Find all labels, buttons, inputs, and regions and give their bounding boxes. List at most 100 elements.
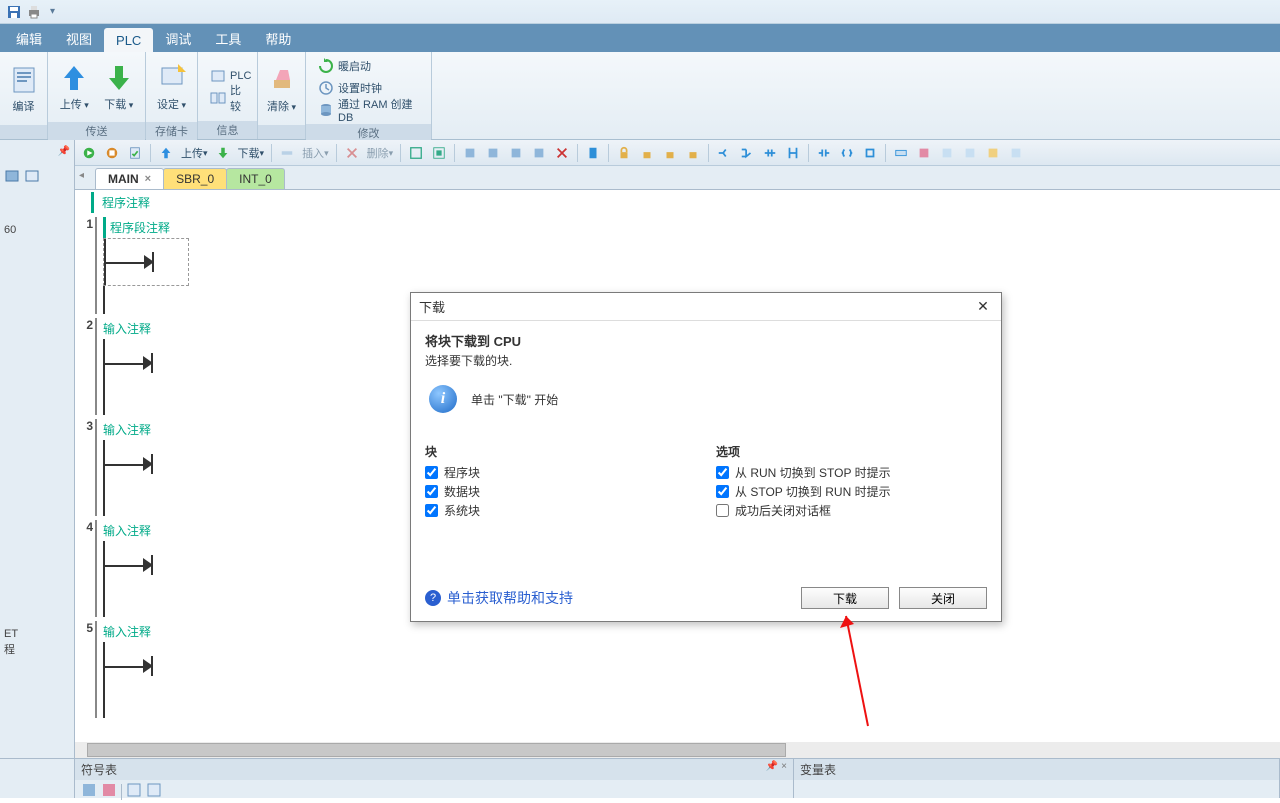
ladder-rung[interactable]	[103, 541, 189, 589]
tool-icon-7[interactable]	[552, 143, 572, 163]
set-clock-button[interactable]: 设置时钟	[316, 78, 421, 98]
lock-icon-1[interactable]	[614, 143, 634, 163]
stop-icon[interactable]	[102, 143, 122, 163]
block-checkbox-input-1[interactable]	[425, 485, 438, 498]
lock-icon-4[interactable]	[683, 143, 703, 163]
network-comment[interactable]: 输入注释	[103, 621, 1274, 642]
network-row[interactable]: 5输入注释	[75, 621, 1280, 718]
download-button[interactable]: 下载	[99, 54, 140, 120]
branch-icon-1[interactable]	[714, 143, 734, 163]
bookmark-icon[interactable]	[583, 143, 603, 163]
panel-close-icon[interactable]: ×	[781, 761, 787, 772]
sidebar-icon-1[interactable]	[4, 168, 20, 187]
run-icon[interactable]	[79, 143, 99, 163]
ladder-rung[interactable]	[103, 440, 189, 488]
menu-tools[interactable]: 工具	[203, 24, 253, 52]
tool-icon-2[interactable]	[429, 143, 449, 163]
panel-pin-icon[interactable]: 📌	[766, 761, 778, 772]
tool-icon-5[interactable]	[506, 143, 526, 163]
ladder-rung[interactable]	[103, 642, 189, 690]
menu-debug[interactable]: 调试	[153, 24, 203, 52]
tool-icon-3[interactable]	[460, 143, 480, 163]
tab-sbr[interactable]: SBR_0	[163, 168, 227, 189]
contact-icon[interactable]	[814, 143, 834, 163]
option-checkbox-input-0[interactable]	[716, 466, 729, 479]
coil-icon[interactable]	[837, 143, 857, 163]
clear-button[interactable]: 清除	[264, 56, 299, 122]
st-icon-4[interactable]	[146, 782, 162, 801]
option-checkbox-input-1[interactable]	[716, 485, 729, 498]
block-checkbox-1[interactable]: 数据块	[425, 483, 696, 500]
warm-start-button[interactable]: 暖启动	[316, 56, 421, 76]
download-text-button[interactable]: 下载	[236, 145, 267, 161]
st-icon-1[interactable]	[81, 782, 97, 801]
menu-help[interactable]: 帮助	[253, 24, 303, 52]
misc-icon-2[interactable]	[914, 143, 934, 163]
upload-text-button[interactable]: 上传	[179, 145, 210, 161]
horizontal-scrollbar[interactable]	[75, 742, 1280, 758]
option-checkbox-0[interactable]: 从 RUN 切换到 STOP 时提示	[716, 464, 987, 481]
save-icon[interactable]	[6, 4, 22, 20]
download-small-icon[interactable]	[213, 143, 233, 163]
block-checkbox-label-1: 数据块	[444, 483, 480, 500]
tab-main[interactable]: MAIN×	[95, 168, 164, 189]
settings-button[interactable]: 设定	[152, 54, 191, 120]
upload-button[interactable]: 上传	[54, 54, 95, 120]
lock-icon-2[interactable]	[637, 143, 657, 163]
misc-icon-6[interactable]	[1006, 143, 1026, 163]
compare-button[interactable]: 比较	[208, 88, 253, 108]
delete-text-button[interactable]: 删除	[365, 145, 396, 161]
menu-view[interactable]: 视图	[54, 24, 104, 52]
branch-icon-2[interactable]	[737, 143, 757, 163]
qat-overflow-icon[interactable]: ▾	[50, 6, 55, 17]
block-checkbox-2[interactable]: 系统块	[425, 502, 696, 519]
misc-icon-4[interactable]	[960, 143, 980, 163]
branch-icon-3[interactable]	[760, 143, 780, 163]
network-comment[interactable]: 程序段注释	[103, 217, 1274, 238]
block-checkbox-0[interactable]: 程序块	[425, 464, 696, 481]
upload-small-icon[interactable]	[156, 143, 176, 163]
ladder-rung[interactable]	[103, 339, 189, 387]
box-icon[interactable]	[860, 143, 880, 163]
insert-text-button[interactable]: 插入	[300, 145, 331, 161]
program-comment[interactable]: 程序注释	[91, 192, 1280, 213]
settings-label: 设定	[157, 96, 186, 112]
ladder-rung[interactable]	[103, 238, 189, 286]
tool-icon-6[interactable]	[529, 143, 549, 163]
menu-edit[interactable]: 编辑	[4, 24, 54, 52]
compile-button[interactable]: 编译	[6, 56, 41, 122]
tab-nav-left-icon[interactable]: ◂	[79, 170, 84, 181]
insert-icon[interactable]	[277, 143, 297, 163]
misc-icon-5[interactable]	[983, 143, 1003, 163]
st-icon-3[interactable]	[126, 782, 142, 801]
sidebar-icon-2[interactable]	[24, 168, 40, 187]
dialog-close-button[interactable]: 关闭	[899, 587, 987, 609]
close-icon[interactable]: ×	[145, 173, 151, 185]
pin-icon[interactable]: 📌	[58, 146, 70, 157]
option-checkbox-2[interactable]: 成功后关闭对话框	[716, 502, 987, 519]
option-checkbox-1[interactable]: 从 STOP 切换到 RUN 时提示	[716, 483, 987, 500]
document-tabs: MAIN× SBR_0 INT_0	[75, 166, 1280, 190]
misc-icon-1[interactable]	[891, 143, 911, 163]
tab-int[interactable]: INT_0	[226, 168, 285, 189]
branch-icon-4[interactable]	[783, 143, 803, 163]
tool-icon-4[interactable]	[483, 143, 503, 163]
misc-icon-3[interactable]	[937, 143, 957, 163]
st-icon-2[interactable]	[101, 782, 117, 801]
dialog-subheading: 选择要下载的块.	[425, 352, 987, 369]
create-db-button[interactable]: 通过 RAM 创建 DB	[316, 100, 421, 120]
dialog-close-icon[interactable]: ✕	[973, 297, 993, 317]
quick-access-toolbar: ▾	[0, 0, 1280, 24]
lock-icon-3[interactable]	[660, 143, 680, 163]
delete-icon[interactable]	[342, 143, 362, 163]
help-link[interactable]: ? 单击获取帮助和支持	[425, 588, 573, 608]
menu-plc[interactable]: PLC	[104, 28, 153, 52]
dialog-download-button[interactable]: 下载	[801, 587, 889, 609]
compile-icon[interactable]	[125, 143, 145, 163]
print-icon[interactable]	[26, 4, 42, 20]
tool-icon-1[interactable]	[406, 143, 426, 163]
blocks-header: 块	[425, 443, 696, 460]
block-checkbox-input-2[interactable]	[425, 504, 438, 517]
option-checkbox-input-2[interactable]	[716, 504, 729, 517]
block-checkbox-input-0[interactable]	[425, 466, 438, 479]
